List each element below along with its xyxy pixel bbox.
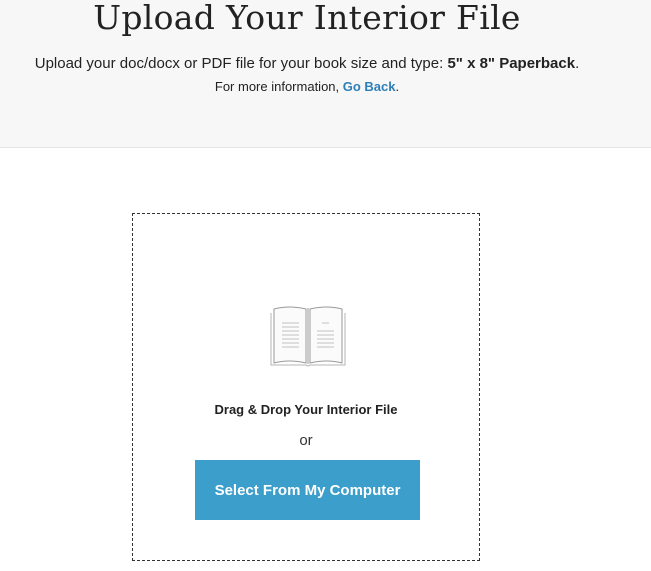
file-dropzone[interactable]: Drag & Drop Your Interior File or Select…	[132, 213, 480, 561]
upload-instructions: Upload your doc/docx or PDF file for you…	[0, 55, 614, 72]
open-book-icon	[270, 306, 346, 367]
page-title: Upload Your Interior File	[93, 0, 521, 37]
or-separator: or	[299, 432, 313, 449]
page-header: Upload Your Interior File Upload your do…	[0, 0, 651, 148]
select-from-computer-button[interactable]: Select From My Computer	[195, 460, 420, 520]
drag-drop-label: Drag & Drop Your Interior File	[214, 402, 398, 417]
go-back-link[interactable]: Go Back	[343, 79, 396, 94]
instructions-text: Upload your doc/docx or PDF file for you…	[34, 55, 448, 72]
more-info-text: For more information,	[214, 79, 343, 94]
book-type-label: 5" x 8" Paperback	[447, 55, 576, 72]
instructions-period: .	[575, 55, 580, 72]
more-info-line: For more information, Go Back.	[0, 79, 614, 94]
more-info-period: .	[395, 79, 400, 94]
